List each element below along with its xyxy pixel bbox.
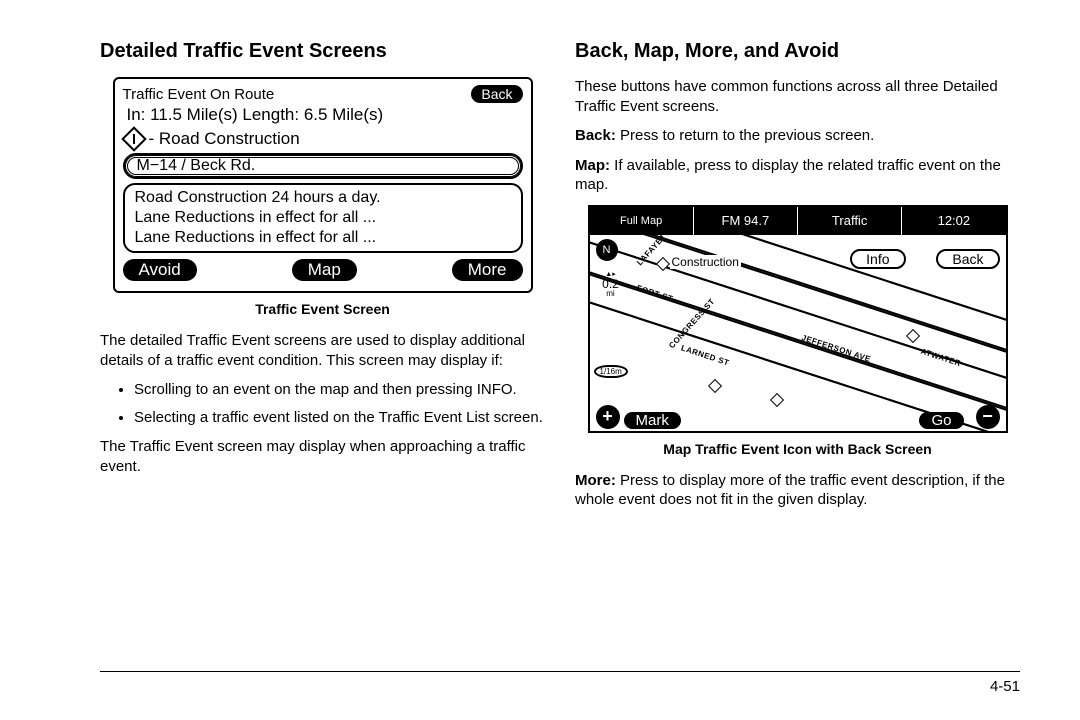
tab-full-map[interactable]: Full Map [590, 207, 694, 235]
avoid-button[interactable]: Avoid [123, 259, 197, 281]
back-button[interactable]: Back [936, 249, 999, 269]
right-heading: Back, Map, More, and Avoid [575, 40, 1020, 63]
ts-event-type: - Road Construction [125, 129, 523, 149]
ts-back-button[interactable]: Back [471, 85, 522, 103]
ts-desc-line: Lane Reductions in effect for all ... [135, 208, 511, 228]
ts-road-name[interactable]: M−14 / Beck Rd. [123, 153, 523, 179]
info-button[interactable]: Info [850, 249, 905, 269]
construction-icon [121, 126, 146, 151]
map-button[interactable]: Map [292, 259, 357, 281]
street-atwater: ATWATER [919, 346, 962, 367]
back-definition: Back: Press to return to the previous sc… [575, 126, 1020, 146]
ts-title: Traffic Event On Route [123, 86, 275, 103]
ts-description[interactable]: Road Construction 24 hours a day. Lane R… [123, 183, 523, 253]
traffic-event-screen: Traffic Event On Route Back In: 11.5 Mil… [113, 77, 533, 293]
tab-traffic[interactable]: Traffic [798, 207, 902, 235]
map-definition: Map: If available, press to display the … [575, 156, 1020, 195]
map-scale: ▲▸ 0.2 mi [596, 271, 626, 298]
traffic-event-icon[interactable] [905, 328, 919, 342]
left-heading: Detailed Traffic Event Screens [100, 40, 545, 63]
fig-caption-left: Traffic Event Screen [100, 301, 545, 317]
term-map: Map: [575, 157, 610, 174]
bullet-item: Scrolling to an event on the map and the… [134, 380, 545, 400]
street-jefferson: JEFFERSON AVE [800, 333, 872, 364]
term-back: Back: [575, 127, 616, 144]
ts-metrics: In: 11.5 Mile(s) Length: 6.5 Mile(s) [127, 105, 523, 125]
tab-time[interactable]: 12:02 [902, 207, 1005, 235]
zoom-in-button[interactable]: + [596, 405, 620, 429]
street-fort: FORT ST [635, 283, 674, 303]
def-back: Press to return to the previous screen. [616, 127, 874, 144]
def-map: If available, press to display the relat… [575, 157, 1001, 194]
ts-desc-line: Road Construction 24 hours a day. [135, 188, 511, 208]
more-button[interactable]: More [452, 259, 523, 281]
go-button[interactable]: Go [919, 412, 963, 429]
map-traffic-screen: Full Map FM 94.7 Traffic 12:02 [588, 205, 1008, 433]
right-intro: These buttons have common functions acro… [575, 77, 1020, 116]
def-more: Press to display more of the traffic eve… [575, 472, 1005, 509]
ts-type-label: - Road Construction [149, 129, 300, 149]
left-bullet-list: Scrolling to an event on the map and the… [100, 380, 545, 427]
mark-button[interactable]: Mark [624, 412, 681, 429]
fig-caption-right: Map Traffic Event Icon with Back Screen [575, 441, 1020, 457]
left-intro: The detailed Traffic Event screens are u… [100, 331, 545, 370]
bullet-item: Selecting a traffic event listed on the … [134, 408, 545, 428]
more-definition: More: Press to display more of the traff… [575, 471, 1020, 510]
map-canvas[interactable]: LAFAYETTE FORT ST CONGRESS ST LARNED ST … [590, 235, 1006, 433]
ts-desc-line: Lane Reductions in effect for all ... [135, 228, 511, 248]
tab-fm[interactable]: FM 94.7 [694, 207, 798, 235]
term-more: More: [575, 472, 616, 489]
construction-label: Construction [670, 255, 741, 269]
compass-icon[interactable]: N [596, 239, 618, 261]
traffic-event-icon[interactable] [707, 378, 721, 392]
traffic-event-icon[interactable] [769, 392, 783, 406]
mini-scale: 1/16m [594, 365, 628, 378]
zoom-out-button[interactable]: − [976, 405, 1000, 429]
left-after: The Traffic Event screen may display whe… [100, 437, 545, 476]
page-number: 4-51 [100, 671, 1020, 695]
